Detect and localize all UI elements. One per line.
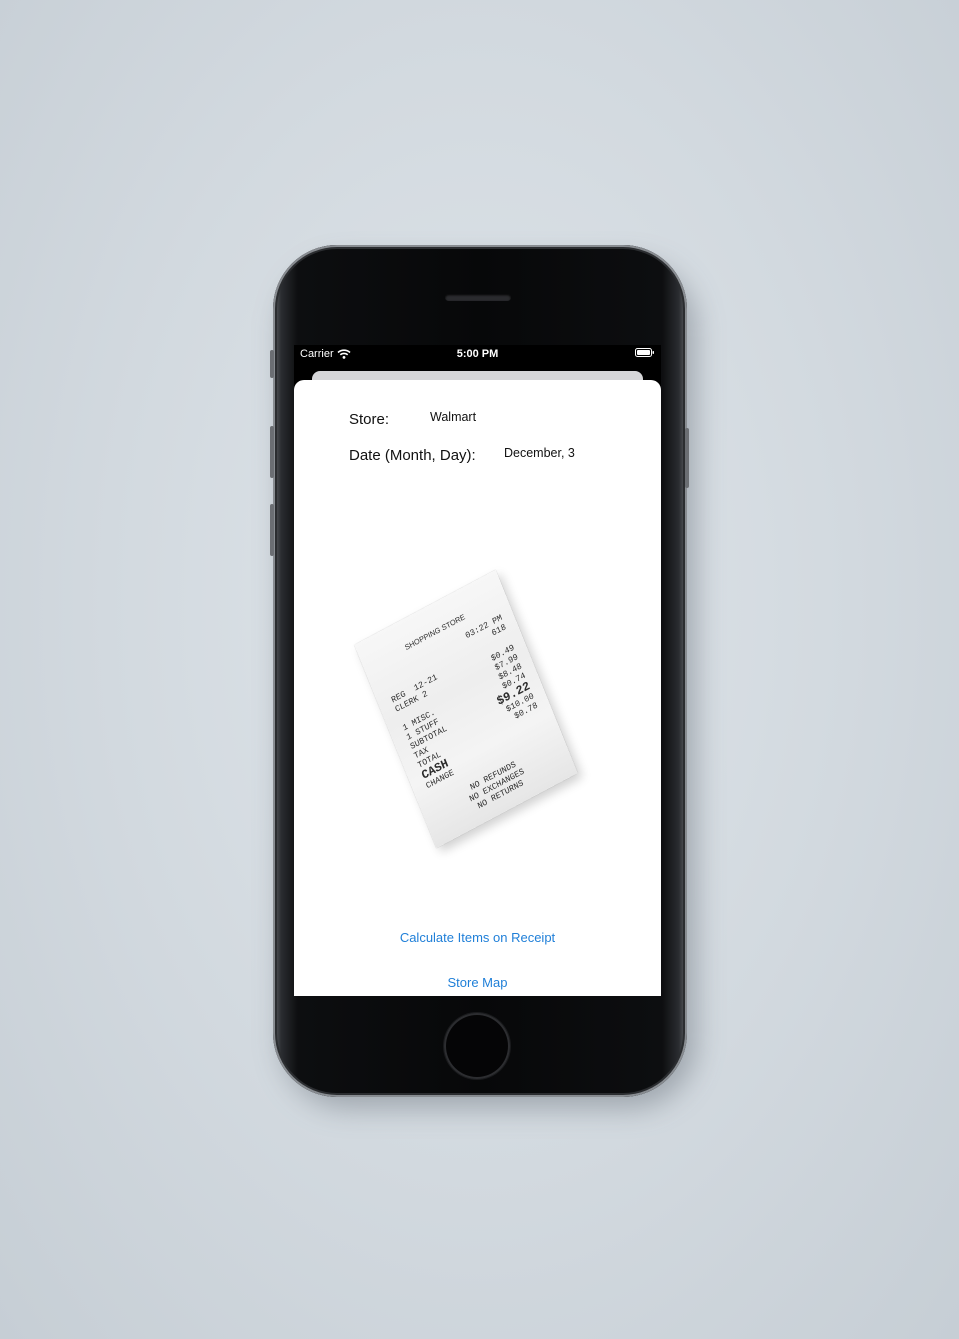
power-button	[685, 428, 689, 488]
phone-screen: Carrier 5:00 PM Store: Walmart Date (Mon…	[294, 345, 661, 996]
receipt-amounts: $0.49 $7.99 $8.48 $0.74 $9.22 $10.00 $0.…	[480, 643, 540, 727]
earpiece-speaker	[445, 294, 511, 301]
receipt-image: SHOPPING STORE 03:22 PM 618 REG 12-21 CL…	[338, 558, 618, 849]
status-bar: Carrier 5:00 PM	[294, 345, 661, 365]
silent-switch	[270, 350, 274, 378]
receipt-paper: SHOPPING STORE 03:22 PM 618 REG 12-21 CL…	[354, 569, 578, 849]
date-label: Date (Month, Day):	[349, 447, 476, 464]
calculate-items-button[interactable]: Calculate Items on Receipt	[294, 930, 661, 945]
home-button[interactable]	[444, 1013, 510, 1079]
battery-icon	[635, 348, 654, 357]
status-time: 5:00 PM	[456, 348, 499, 360]
store-value: Walmart	[430, 410, 477, 424]
store-label: Store:	[349, 411, 390, 428]
date-value: December, 3	[504, 446, 575, 460]
receipt-items: 1 MISC. 1 STUFF SUBTOTAL TAX TOTAL CASH …	[401, 705, 464, 791]
receipt-detail-sheet: Store: Walmart Date (Month, Day): Decemb…	[294, 380, 661, 996]
volume-up-button	[270, 426, 274, 478]
volume-down-button	[270, 504, 274, 556]
store-map-button[interactable]: Store Map	[294, 975, 661, 990]
